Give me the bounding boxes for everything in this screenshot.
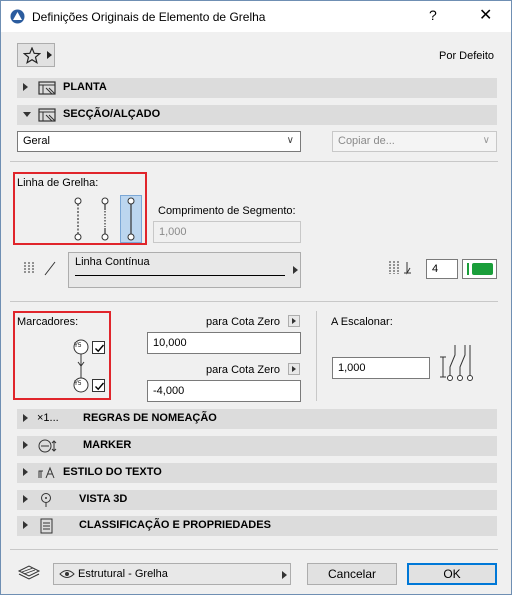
section-classificacao-label: CLASSIFICAÇÃO E PROPRIEDADES [79, 519, 271, 531]
chevron-down-icon: ∨ [482, 135, 490, 146]
section-seccao[interactable]: SECÇÃO/ALÇADO [17, 105, 497, 125]
stagger-field[interactable]: 1,000 [332, 357, 430, 379]
section-planta[interactable]: PLANTA [17, 78, 497, 98]
chevron-right-icon [282, 571, 287, 579]
layer-icon [17, 565, 41, 580]
dashed-grid-line-icon [74, 197, 82, 241]
markers-label: Marcadores: [17, 316, 79, 328]
marker-tag-bottom: Y5 [74, 381, 82, 387]
section-estilo-label: ESTILO DO TEXTO [63, 466, 162, 478]
cota-zero-field-bottom[interactable]: -4,000 [147, 380, 301, 402]
section-marker-label: MARKER [83, 439, 132, 451]
continuous-grid-line-icon [127, 197, 135, 241]
expand-arrow-icon [23, 414, 28, 422]
section-marker[interactable]: MARKER [17, 436, 497, 456]
classification-icon [40, 518, 53, 534]
marker-tag-top: Y5 [74, 343, 82, 349]
line-type-selector[interactable]: Linha Contínua [68, 252, 301, 288]
expand-arrow-icon [23, 495, 28, 503]
separator [10, 161, 498, 162]
section-elevation-icon [38, 108, 56, 122]
pen-color-swatch-main [472, 263, 493, 275]
chevron-down-icon: ∨ [286, 135, 294, 146]
line-type-icon [24, 261, 56, 276]
line-type-preview [75, 275, 285, 276]
expand-arrow-icon [23, 521, 28, 529]
3d-view-icon [41, 493, 51, 507]
section-seccao-label: SECÇÃO/ALÇADO [63, 108, 161, 120]
help-button[interactable]: ? [429, 7, 437, 23]
section-regras[interactable]: ×1... REGRAS DE NOMEAÇÃO [17, 409, 497, 429]
marker-bottom-checkbox[interactable] [92, 379, 105, 392]
cota-zero-field-top[interactable]: 10,000 [147, 332, 301, 354]
favorites-button[interactable] [17, 43, 55, 67]
floor-plan-icon [38, 81, 56, 95]
grid-style-continuous-button[interactable] [120, 195, 142, 243]
line-type-value: Linha Contínua [75, 256, 150, 268]
copy-from-select[interactable]: Copiar de... ∨ [332, 131, 497, 152]
grid-style-segmented-button[interactable] [96, 196, 114, 242]
separator [10, 301, 498, 302]
pen-number-field[interactable]: 4 [426, 259, 458, 279]
layer-value: Estrutural - Grelha [78, 568, 168, 580]
chevron-right-icon [293, 266, 298, 274]
chevron-right-icon [47, 51, 52, 59]
archicad-app-icon [10, 9, 25, 24]
cancel-button[interactable]: Cancelar [307, 563, 397, 585]
view-select[interactable]: Geral ∨ [17, 131, 301, 152]
cota-zero-label-top: para Cota Zero [206, 316, 280, 328]
grid-style-dashed-button[interactable] [69, 196, 87, 242]
checkmark-icon [95, 382, 105, 391]
view-select-value: Geral [23, 135, 50, 147]
segment-length-label: Comprimento de Segmento: [158, 205, 296, 217]
eye-icon [59, 570, 75, 578]
text-style-icon [38, 466, 55, 479]
default-label: Por Defeito [439, 50, 495, 62]
title-bar: Definições Originais de Elemento de Grel… [1, 1, 511, 32]
section-estilo[interactable]: ESTILO DO TEXTO [17, 463, 497, 483]
window-title: Definições Originais de Elemento de Grel… [32, 10, 266, 24]
grid-line-label: Linha de Grelha: [17, 177, 99, 189]
expand-arrow-icon [23, 468, 28, 476]
marker-icon [38, 439, 57, 453]
copy-from-value: Copiar de... [338, 135, 395, 147]
cancel-button-label: Cancelar [327, 567, 377, 581]
section-vista3d-label: VISTA 3D [79, 493, 128, 505]
pen-color-button[interactable] [462, 259, 497, 279]
stagger-label: A Escalonar: [331, 316, 393, 328]
cota-zero-toggle-top[interactable] [288, 315, 300, 327]
section-planta-label: PLANTA [63, 81, 107, 93]
layer-selector[interactable]: Estrutural - Grelha [53, 563, 291, 585]
cota-zero-toggle-bottom[interactable] [288, 363, 300, 375]
checkmark-icon [95, 344, 105, 353]
ok-button-label: OK [443, 567, 461, 581]
close-button[interactable]: ✕ [479, 5, 492, 25]
section-classificacao[interactable]: CLASSIFICAÇÃO E PROPRIEDADES [17, 516, 497, 536]
naming-rules-icon: ×1... [37, 412, 59, 424]
segmented-grid-line-icon [101, 197, 109, 241]
expand-arrow-icon [23, 441, 28, 449]
separator [10, 549, 498, 550]
expand-arrow-icon [23, 83, 28, 91]
star-icon [23, 47, 41, 64]
marker-top-checkbox[interactable] [92, 341, 105, 354]
collapse-arrow-icon [23, 112, 31, 117]
section-regras-label: REGRAS DE NOMEAÇÃO [83, 412, 217, 424]
dialog-window: Definições Originais de Elemento de Grel… [0, 0, 512, 595]
pen-color-swatch [467, 263, 469, 275]
pen-icon [389, 261, 411, 275]
cota-zero-label-bottom: para Cota Zero [206, 364, 280, 376]
vertical-divider [316, 311, 317, 401]
stagger-diagram-icon [440, 345, 473, 381]
segment-length-field[interactable]: 1,000 [153, 221, 301, 243]
ok-button[interactable]: OK [407, 563, 497, 585]
section-vista3d[interactable]: VISTA 3D [17, 490, 497, 510]
